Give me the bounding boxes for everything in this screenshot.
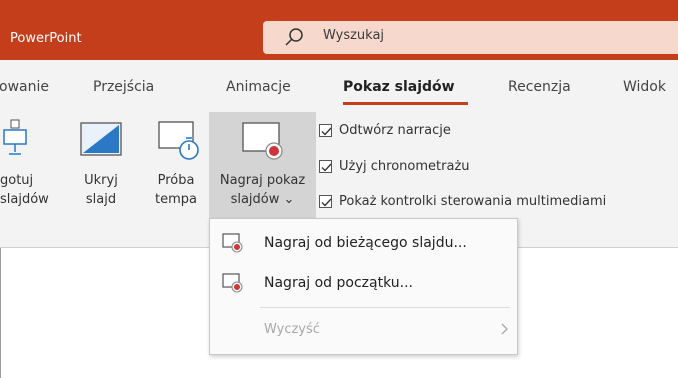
- tab-pokaz-slajdow[interactable]: Pokaz slajdów: [343, 79, 455, 95]
- setup-slideshow-button[interactable]: gotuj slajdów: [0, 171, 49, 209]
- checkbox-icon[interactable]: [319, 123, 332, 137]
- title-bar: PowerPoint Wyszukaj: [0, 0, 678, 60]
- menu-item-clear[interactable]: Wyczyść: [210, 311, 517, 347]
- hide-slide-icon: [80, 122, 122, 156]
- rehearse-timings-button[interactable]: Próba tempa: [150, 171, 202, 209]
- tab-projektowanie[interactable]: owanie: [0, 79, 49, 95]
- menu-item-record-from-current[interactable]: Nagraj od bieżącego slajdu...: [210, 225, 517, 261]
- checkbox-icon[interactable]: [319, 159, 332, 173]
- tab-recenzja[interactable]: Recenzja: [508, 79, 571, 95]
- menu-separator: [260, 307, 510, 308]
- record-slide-icon: [222, 273, 243, 293]
- checkbox-odtworz-narracje[interactable]: Odtwórz narracje: [319, 120, 451, 140]
- record-dropdown-menu: Nagraj od bieżącego slajdu... Nagraj od …: [209, 218, 518, 355]
- slide-pane-edge: [0, 248, 1, 378]
- checkbox-kontrolki-multimediow[interactable]: Pokaż kontrolki sterowania multimediami: [319, 191, 606, 211]
- tab-widok[interactable]: Widok: [623, 79, 666, 95]
- tab-animacje[interactable]: Animacje: [226, 79, 291, 95]
- checkbox-icon[interactable]: [319, 194, 332, 208]
- chevron-right-icon: [501, 323, 508, 335]
- record-slide-icon: [222, 233, 243, 253]
- hide-slide-button[interactable]: Ukryj slajd: [78, 171, 124, 209]
- tab-przejscia[interactable]: Przejścia: [93, 79, 154, 95]
- search-input[interactable]: Wyszukaj: [323, 28, 384, 43]
- checkbox-uzyj-chronometrazu[interactable]: Użyj chronometrażu: [319, 156, 470, 176]
- setup-slideshow-icon: [3, 119, 27, 155]
- search-icon: [285, 28, 303, 46]
- active-tab-indicator: [343, 102, 468, 105]
- search-box[interactable]: Wyszukaj: [263, 21, 678, 54]
- chevron-down-icon: ⌄: [283, 192, 295, 207]
- record-slideshow-label: Nagraj pokaz slajdów ⌄: [219, 173, 306, 207]
- app-name: PowerPoint: [10, 31, 82, 46]
- record-slideshow-icon: [242, 122, 283, 160]
- rehearse-timings-icon: [158, 121, 199, 160]
- menu-item-record-from-beginning[interactable]: Nagraj od początku...: [210, 265, 517, 301]
